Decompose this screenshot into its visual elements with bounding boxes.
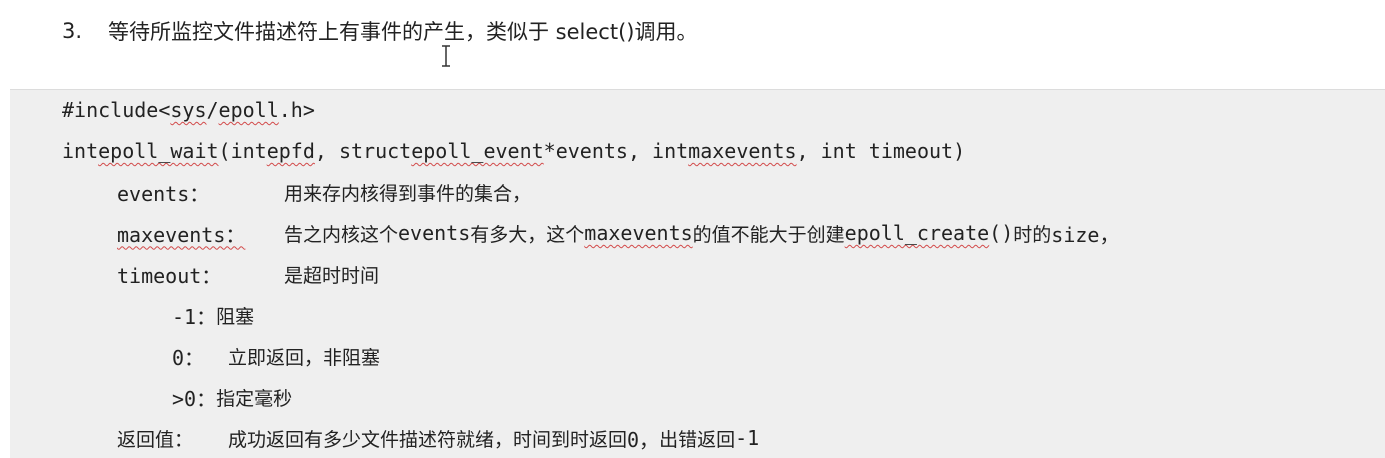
param-desc: 用来存内核得到事件的集合， — [284, 182, 532, 205]
param-timeout-line: timeout： 是超时时间 — [117, 259, 379, 289]
spell-squiggle: sys — [170, 98, 207, 122]
type-epoll-event: epoll_event — [411, 139, 544, 163]
param-maxevents-line: maxevents： 告之内核这个 events 有多大，这个 maxevents … — [117, 218, 1119, 248]
spell-squiggle: epoll_create — [844, 221, 990, 245]
timeout-value-item: 0： 立即返回，非阻塞 — [172, 341, 380, 371]
timeout-key: >0： — [172, 386, 217, 411]
section-heading: 3. 等待所监控文件描述符上有事件的产生，类似于 select()调用。 — [62, 14, 697, 48]
param-epfd: epfd — [266, 139, 315, 163]
timeout-desc: 阻塞 — [216, 305, 255, 328]
param-label: events： — [117, 181, 210, 206]
heading-number: 3. — [62, 19, 83, 43]
param-label: maxevents： — [117, 222, 246, 247]
param-label: timeout： — [117, 263, 222, 288]
code-block: #include < sys / epoll .h> int epoll_wait (in… — [10, 89, 1385, 458]
spell-squiggle: maxevents — [584, 221, 693, 245]
param-maxevents: maxevents — [688, 139, 797, 163]
timeout-key: -1： — [172, 304, 217, 329]
timeout-desc: 指定毫秒 — [216, 387, 293, 410]
timeout-key: 0： — [172, 345, 205, 370]
timeout-value-item: >0： 指定毫秒 — [172, 382, 292, 412]
heading-text: 等待所监控文件描述符上有事件的产生，类似于 select()调用。 — [108, 20, 698, 44]
timeout-desc: 立即返回，非阻塞 — [228, 346, 381, 369]
param-desc: 是超时时间 — [284, 264, 380, 287]
include-line: #include < sys / epoll .h> — [62, 98, 315, 122]
function-signature: int epoll_wait (int epfd, struct epoll_ev… — [62, 139, 966, 163]
timeout-value-item: -1： 阻塞 — [172, 300, 254, 330]
text-cursor-icon — [442, 45, 450, 67]
return-value-line: 返回值： 成功返回有多少文件描述符就绪，时间到时返回 0， 出错返回 -1 — [117, 426, 760, 452]
function-name: epoll_wait — [98, 139, 219, 163]
return-label: 返回值： — [117, 428, 194, 451]
spell-squiggle: epoll — [218, 98, 279, 122]
param-events-line: events： 用来存内核得到事件的集合， — [117, 177, 531, 207]
